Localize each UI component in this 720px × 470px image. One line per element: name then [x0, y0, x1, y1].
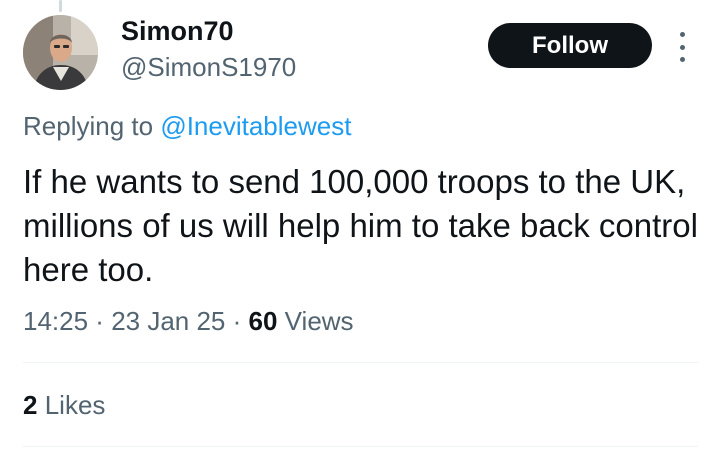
tweet-text: If he wants to send 100,000 troops to th… [23, 163, 698, 288]
meta-separator: · [88, 306, 112, 336]
author-display-name[interactable]: Simon70 [121, 16, 234, 47]
divider [23, 362, 698, 363]
tweet-time[interactable]: 14:25 [23, 306, 88, 336]
more-options-icon[interactable] [670, 30, 694, 64]
more-dot [679, 57, 685, 62]
views-count: 60 [248, 306, 278, 336]
avatar[interactable] [23, 15, 98, 90]
divider [23, 446, 698, 447]
thread-connector-line [59, 0, 62, 12]
replying-to-label: Replying to [23, 111, 154, 141]
tweet-meta: 14:25 · 23 Jan 25 · 60 Views [23, 306, 354, 337]
tweet-date[interactable]: 23 Jan 25 [111, 306, 225, 336]
likes-stat[interactable]: 2 Likes [23, 390, 105, 421]
likes-count: 2 [23, 390, 38, 420]
author-handle[interactable]: @SimonS1970 [121, 52, 296, 83]
more-dot [679, 32, 685, 37]
avatar-image [23, 15, 98, 90]
meta-separator: · [225, 306, 249, 336]
follow-button[interactable]: Follow [488, 23, 652, 68]
more-dot [679, 44, 685, 50]
views-label: Views [284, 306, 354, 336]
reply-mention-link[interactable]: @Inevitablewest [160, 111, 351, 141]
replying-to: Replying to @Inevitablewest [23, 111, 351, 142]
likes-label: Likes [44, 390, 106, 420]
tweet-detail: Simon70 @SimonS1970 Follow Replying to @… [0, 0, 720, 470]
